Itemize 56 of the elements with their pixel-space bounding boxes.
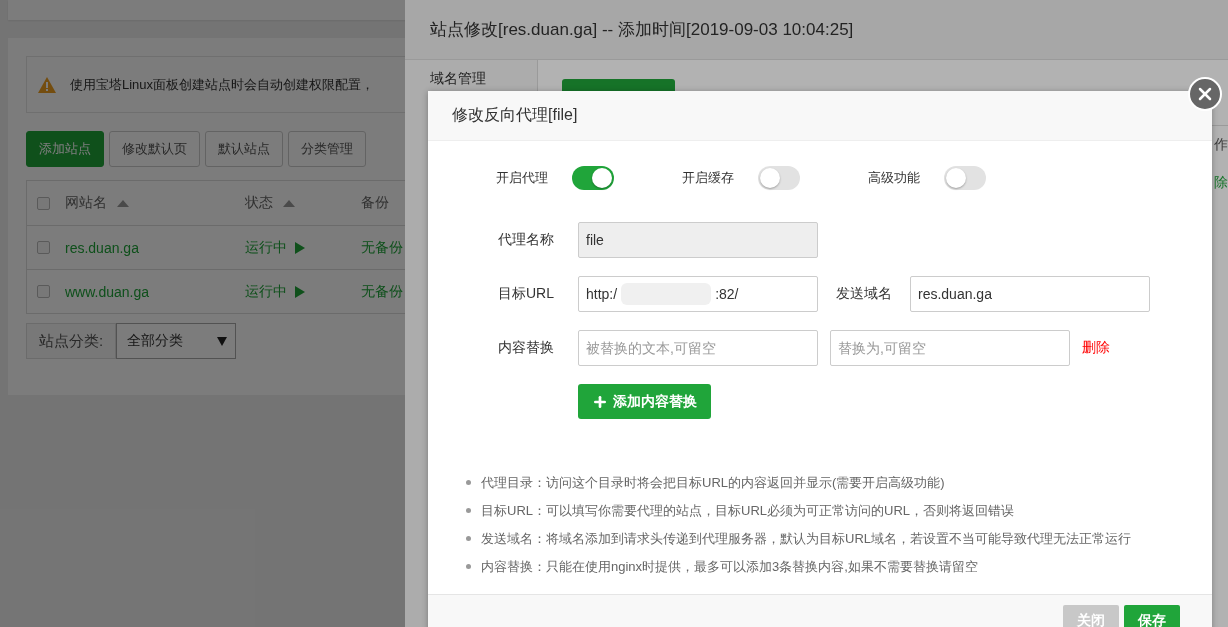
send-domain-field[interactable]: res.duan.ga bbox=[910, 276, 1150, 312]
add-site-button[interactable]: 添加站点 bbox=[26, 131, 104, 167]
delete-link[interactable]: 除 bbox=[1214, 164, 1228, 202]
sort-icon[interactable] bbox=[117, 199, 129, 207]
plus-icon[interactable] bbox=[592, 393, 608, 410]
delete-link[interactable]: 删除 bbox=[1082, 339, 1110, 357]
column-header[interactable]: 状态 bbox=[245, 194, 273, 212]
toolbar-button[interactable]: 分类管理 bbox=[288, 131, 366, 167]
column-header[interactable]: 网站名 bbox=[65, 194, 107, 212]
bullet-icon bbox=[466, 508, 471, 513]
toggle-switch[interactable] bbox=[758, 166, 800, 190]
sidebar-item[interactable]: 域名管理 bbox=[430, 70, 537, 88]
warning-icon bbox=[38, 76, 56, 93]
checkbox[interactable] bbox=[37, 285, 50, 298]
replace-from-field[interactable]: 被替换的文本,可留空 bbox=[578, 330, 818, 366]
toggle-switch[interactable] bbox=[944, 166, 986, 190]
play-icon[interactable] bbox=[295, 285, 305, 298]
add-replace-button[interactable]: 添加内容替换 bbox=[578, 384, 711, 419]
target-url-field[interactable]: http:/ :82/ bbox=[578, 276, 818, 312]
note-text: 目标URL：可以填写你需要代理的站点，目标URL必须为可正常访问的URL，否则将返回错误 bbox=[481, 502, 1015, 520]
field-label: 代理名称 bbox=[497, 231, 554, 249]
status-text[interactable]: 运行中 bbox=[245, 282, 287, 301]
dialog-title: 修改反向代理[file] bbox=[452, 105, 578, 125]
bullet-icon bbox=[466, 564, 471, 569]
note-text: 代理目录：访问这个目录时将会把目标URL的内容返回并显示(需要开启高级功能) bbox=[481, 474, 945, 492]
column-header: 作 bbox=[1214, 135, 1228, 154]
dropdown-icon[interactable] bbox=[217, 336, 228, 346]
checkbox[interactable] bbox=[37, 196, 50, 210]
status-text[interactable]: 运行中 bbox=[245, 238, 287, 257]
checkbox[interactable] bbox=[37, 241, 50, 254]
category-select[interactable]: 全部分类 bbox=[116, 323, 237, 359]
category-label: 站点分类: bbox=[26, 323, 117, 359]
notice-text: 使用宝塔Linux面板创建站点时会自动创建权限配置， bbox=[70, 75, 375, 94]
note-text: 内容替换：只能在使用nginx时提供，最多可以添加3条替换内容,如果不需要替换请留空 bbox=[481, 558, 978, 576]
toolbar-button[interactable]: 默认站点 bbox=[205, 131, 283, 167]
toolbar-button[interactable]: 修改默认页 bbox=[109, 131, 200, 167]
play-icon[interactable] bbox=[295, 241, 305, 254]
note-text: 发送域名：将域名添加到请求头传递到代理服务器，默认为目标URL域名，若设置不当可能导致代理无法正常运行 bbox=[481, 530, 1131, 548]
field-label: 发送域名 bbox=[836, 285, 892, 303]
sort-icon[interactable] bbox=[283, 199, 295, 207]
switch-label: 开启代理 bbox=[496, 169, 548, 187]
bullet-icon bbox=[466, 536, 471, 541]
site-link[interactable]: www.duan.ga bbox=[65, 283, 150, 300]
column-header: 备份 bbox=[361, 194, 389, 212]
site-link[interactable]: res.duan.ga bbox=[65, 239, 139, 256]
dialog-title: 站点修改[res.duan.ga] -- 添加时间[2019-09-03 10:04:25] bbox=[430, 19, 854, 41]
backup-link[interactable]: 无备份 bbox=[361, 282, 403, 301]
toggle-switch[interactable] bbox=[572, 166, 614, 190]
bullet-icon bbox=[466, 480, 471, 485]
switch-label: 高级功能 bbox=[868, 169, 920, 187]
save-button[interactable]: 保存 bbox=[1124, 605, 1180, 627]
replace-to-field[interactable]: 替换为,可留空 bbox=[830, 330, 1070, 366]
backup-link[interactable]: 无备份 bbox=[361, 238, 403, 257]
switch-label: 开启缓存 bbox=[682, 169, 734, 187]
field-label: 内容替换 bbox=[497, 339, 554, 357]
field-label: 目标URL bbox=[497, 285, 554, 303]
